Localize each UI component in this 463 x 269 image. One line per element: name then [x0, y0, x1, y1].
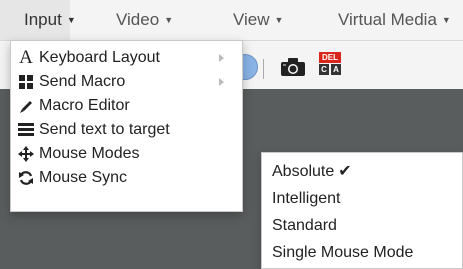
menu-view[interactable]: View ▼ — [233, 0, 283, 40]
menu-input[interactable]: Input ▼ — [0, 0, 76, 40]
chevron-down-icon: ▼ — [164, 15, 174, 25]
chevron-right-icon — [219, 78, 224, 86]
toolbar-divider — [263, 59, 264, 79]
menu-virtual-media-label: Virtual Media — [338, 10, 437, 29]
chevron-down-icon: ▼ — [66, 15, 76, 25]
menu-item-mouse-sync[interactable]: Mouse Sync — [11, 166, 242, 190]
menu-item-label: Send text to target — [39, 121, 170, 138]
submenu-item-single-mouse-mode[interactable]: Single Mouse Mode — [272, 241, 413, 265]
submenu-item-intelligent[interactable]: Intelligent — [272, 187, 341, 211]
ctrl-alt-del-button[interactable]: DEL C A — [319, 52, 341, 76]
menu-video-label: Video — [116, 10, 160, 29]
submenu-item-label: Intelligent — [272, 190, 341, 207]
menu-video[interactable]: Video ▼ — [116, 0, 173, 40]
menu-item-mouse-modes[interactable]: Mouse Modes — [11, 142, 242, 166]
mouse-modes-submenu: Absolute ✔ Intelligent Standard Single Mo… — [261, 152, 463, 269]
refresh-icon — [17, 166, 35, 190]
chevron-down-icon: ▼ — [274, 15, 284, 25]
letter-a-icon: A — [19, 47, 33, 68]
submenu-item-absolute[interactable]: Absolute ✔ — [272, 160, 352, 184]
menu-item-label: Mouse Sync — [39, 169, 128, 186]
move-arrows-icon — [17, 142, 35, 166]
menu-item-label: Macro Editor — [39, 97, 130, 114]
menu-item-macro-editor[interactable]: Macro Editor — [11, 94, 242, 118]
chevron-down-icon: ▼ — [441, 15, 451, 25]
lines-icon — [17, 118, 35, 142]
ctrl-key-icon: C — [319, 64, 329, 75]
grid-icon — [17, 70, 35, 94]
menu-item-keyboard-layout[interactable]: A Keyboard Layout — [11, 46, 242, 70]
submenu-item-label: Absolute — [272, 163, 335, 180]
menu-item-send-macro[interactable]: Send Macro — [11, 70, 242, 94]
input-dropdown-menu: A Keyboard Layout Send Macro Macro Edito… — [10, 40, 243, 212]
submenu-item-label: Single Mouse Mode — [272, 244, 414, 261]
checkmark-icon: ✔ — [338, 163, 352, 180]
alt-key-icon: A — [331, 64, 341, 75]
menu-item-send-text[interactable]: Send text to target — [11, 118, 242, 142]
menu-item-label: Mouse Modes — [39, 145, 140, 162]
menu-virtual-media[interactable]: Virtual Media ▼ — [338, 0, 451, 40]
menu-view-label: View — [233, 10, 270, 29]
del-key-icon: DEL — [319, 52, 341, 63]
submenu-item-standard[interactable]: Standard — [272, 214, 337, 238]
camera-icon[interactable] — [280, 57, 306, 82]
menu-input-label: Input — [24, 10, 62, 29]
menu-bar: Input ▼ Video ▼ View ▼ Virtual Media ▼ — [0, 0, 463, 41]
submenu-item-label: Standard — [272, 217, 337, 234]
menu-item-label: Keyboard Layout — [39, 49, 160, 66]
pencil-icon — [17, 94, 35, 118]
chevron-right-icon — [219, 54, 224, 62]
menu-item-label: Send Macro — [39, 73, 126, 90]
